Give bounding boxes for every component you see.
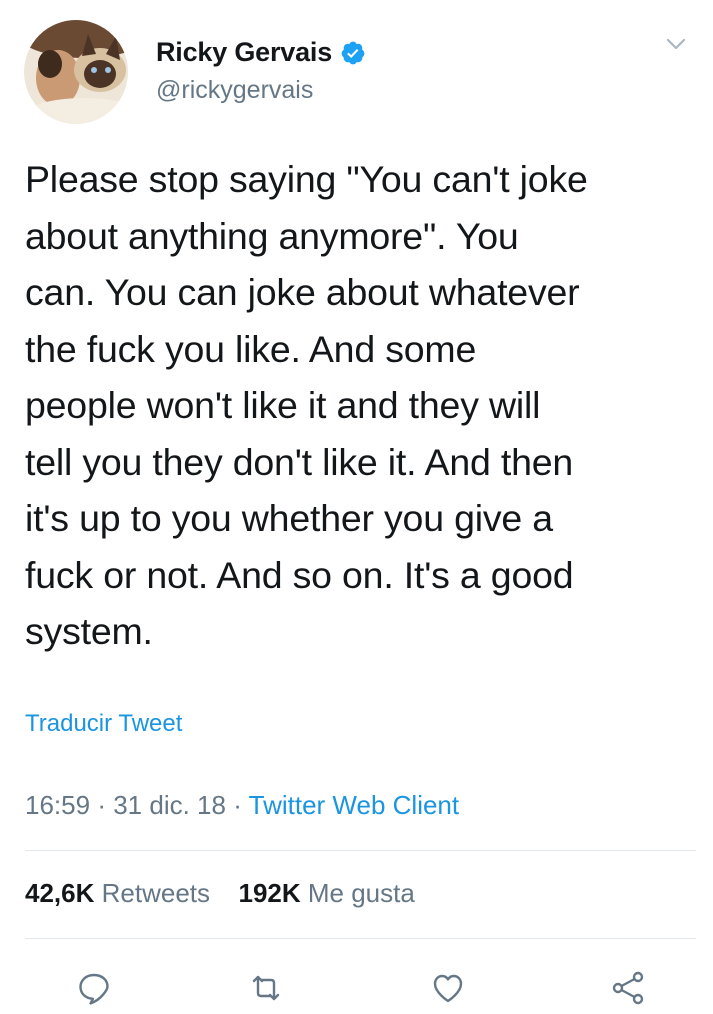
verified-badge-icon bbox=[340, 40, 366, 66]
retweets-count: 42,6K bbox=[25, 878, 95, 908]
likes-count: 192K bbox=[238, 878, 301, 908]
divider bbox=[25, 850, 696, 851]
tweet-time: 16:59 bbox=[25, 790, 91, 820]
tweet-actions bbox=[0, 962, 713, 1014]
avatar[interactable] bbox=[24, 20, 128, 124]
chevron-down-icon[interactable] bbox=[664, 32, 688, 56]
retweets-stat[interactable]: 42,6K Retweets bbox=[25, 878, 217, 908]
heart-icon[interactable] bbox=[428, 968, 468, 1008]
author-name: Ricky Gervais bbox=[156, 37, 333, 67]
share-icon[interactable] bbox=[608, 968, 648, 1008]
retweets-label: Retweets bbox=[101, 878, 211, 908]
tweet-meta: 16:59 · 31 dic. 18 · Twitter Web Client bbox=[25, 790, 459, 821]
meta-separator: · bbox=[233, 790, 242, 820]
author-name-row[interactable]: Ricky Gervais bbox=[156, 37, 366, 68]
divider bbox=[25, 938, 696, 939]
translate-tweet-link[interactable]: Traducir Tweet bbox=[25, 710, 182, 738]
reply-icon[interactable] bbox=[74, 968, 114, 1008]
tweet-source-link[interactable]: Twitter Web Client bbox=[249, 790, 459, 820]
tweet-text: Please stop saying "You can't joke about… bbox=[25, 158, 588, 652]
tweet-stats: 42,6K Retweets 192K Me gusta bbox=[25, 878, 415, 909]
tweet-date: 31 dic. 18 bbox=[113, 790, 226, 820]
likes-label: Me gusta bbox=[307, 878, 415, 908]
author-handle[interactable]: @rickygervais bbox=[156, 76, 313, 105]
tweet-header: Ricky Gervais @rickygervais bbox=[22, 18, 702, 128]
avatar-image bbox=[24, 20, 128, 124]
retweet-icon[interactable] bbox=[246, 968, 286, 1008]
likes-stat[interactable]: 192K Me gusta bbox=[238, 878, 414, 908]
meta-separator: · bbox=[97, 790, 106, 820]
